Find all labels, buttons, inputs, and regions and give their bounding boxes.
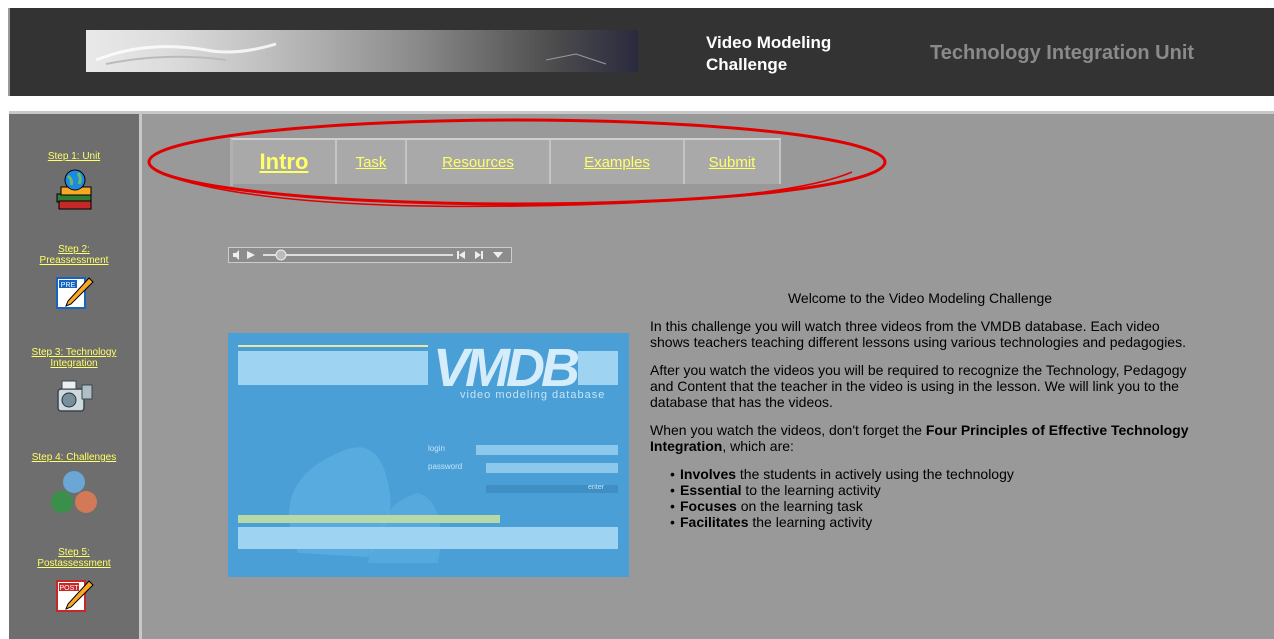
sidebar-link-step-1[interactable]: Step 1: Unit	[9, 151, 139, 162]
tab-bar: Intro Task Resources Examples Submit	[230, 138, 781, 186]
principle-bold: Facilitates	[680, 514, 749, 530]
post-pencil-icon[interactable]: POST	[53, 575, 95, 615]
unit-title: Technology Integration Unit	[930, 42, 1195, 64]
sidebar-link-step-3[interactable]: Step 3: Technology Integration	[9, 347, 139, 369]
vmdb-screenshot[interactable]: VMDB video modeling database login passw…	[228, 333, 629, 577]
sidebar: Step 1: Unit Step 2: Preassessment PRE S…	[9, 111, 142, 639]
list-item: Facilitates the learning activity	[670, 514, 1190, 530]
principle-bold: Involves	[680, 466, 737, 482]
list-item: Focuses on the learning task	[670, 498, 1190, 514]
principle-rest: the students in actively using the techn…	[736, 466, 1014, 482]
tab-resources[interactable]: Resources	[407, 140, 551, 184]
intro-paragraph-2: After you watch the videos you will be r…	[650, 362, 1187, 410]
svg-text:PRE: PRE	[61, 282, 76, 289]
header-bar: Video Modeling Challenge Technology Inte…	[8, 8, 1274, 96]
list-item: Essential to the learning activity	[670, 482, 1190, 498]
books-globe-icon[interactable]	[51, 168, 97, 212]
principle-bold: Essential	[680, 482, 742, 498]
principle-bold: Focuses	[680, 498, 737, 514]
challenges-circles-icon[interactable]	[49, 469, 99, 515]
tab-intro[interactable]: Intro	[233, 140, 337, 184]
vmdb-password-label: password	[428, 462, 463, 471]
sidebar-link-step-2[interactable]: Step 2: Preassessment	[9, 244, 139, 266]
tab-submit[interactable]: Submit	[685, 140, 781, 184]
principles-list: Involves the students in actively using …	[650, 466, 1190, 530]
sidebar-item-step-2[interactable]: Step 2: Preassessment PRE	[9, 244, 139, 312]
tab-task[interactable]: Task	[337, 140, 407, 184]
sidebar-item-step-4[interactable]: Step 4: Challenges	[9, 452, 139, 515]
main-content: Intro Task Resources Examples Submit VMD…	[142, 111, 1274, 639]
page-title-line2: Challenge	[706, 55, 788, 74]
sidebar-item-step-5[interactable]: Step 5: Postassessment POST	[9, 547, 139, 615]
principle-rest: to the learning activity	[741, 482, 881, 498]
sidebar-link-step-3-line2: Integration	[50, 358, 98, 369]
para3-end: , which are:	[722, 438, 794, 454]
seek-handle[interactable]	[275, 249, 287, 261]
intro-paragraph-3: When you watch the videos, don't forget …	[650, 422, 1190, 454]
vmdb-tagline: video modeling database	[460, 389, 606, 401]
sidebar-link-step-5-line1: Step 5:	[58, 547, 90, 558]
pre-pencil-icon[interactable]: PRE	[53, 272, 95, 312]
intro-paragraph-1: In this challenge you will watch three v…	[650, 318, 1186, 350]
header-banner-image	[86, 30, 638, 72]
tab-examples[interactable]: Examples	[551, 140, 685, 184]
sidebar-item-step-1[interactable]: Step 1: Unit	[9, 151, 139, 212]
page-title-line1: Video Modeling	[706, 33, 832, 52]
svg-text:POST: POST	[59, 585, 79, 592]
page-title: Video Modeling Challenge	[706, 32, 831, 76]
sidebar-link-step-3-line1: Step 3: Technology	[31, 347, 117, 358]
vmdb-login-label: login	[428, 444, 445, 453]
welcome-heading: Welcome to the Video Modeling Challenge	[787, 290, 1053, 306]
sidebar-link-step-2-line2: Preassessment	[39, 255, 109, 266]
principle-rest: the learning activity	[748, 514, 873, 530]
principle-rest: on the learning task	[736, 498, 863, 514]
sidebar-link-step-2-line1: Step 2:	[58, 244, 90, 255]
camcorder-icon[interactable]	[52, 375, 96, 419]
intro-text: Welcome to the Video Modeling Challenge …	[650, 290, 1190, 530]
media-player[interactable]	[228, 247, 512, 263]
list-item: Involves the students in actively using …	[670, 466, 1190, 482]
sidebar-link-step-5[interactable]: Step 5: Postassessment	[9, 547, 139, 569]
sidebar-link-step-5-line2: Postassessment	[37, 558, 111, 569]
para3-start: When you watch the videos, don't forget …	[650, 422, 926, 438]
sidebar-item-step-3[interactable]: Step 3: Technology Integration	[9, 347, 139, 419]
sidebar-link-step-4[interactable]: Step 4: Challenges	[9, 452, 139, 463]
vmdb-enter-button[interactable]: enter	[588, 484, 604, 491]
